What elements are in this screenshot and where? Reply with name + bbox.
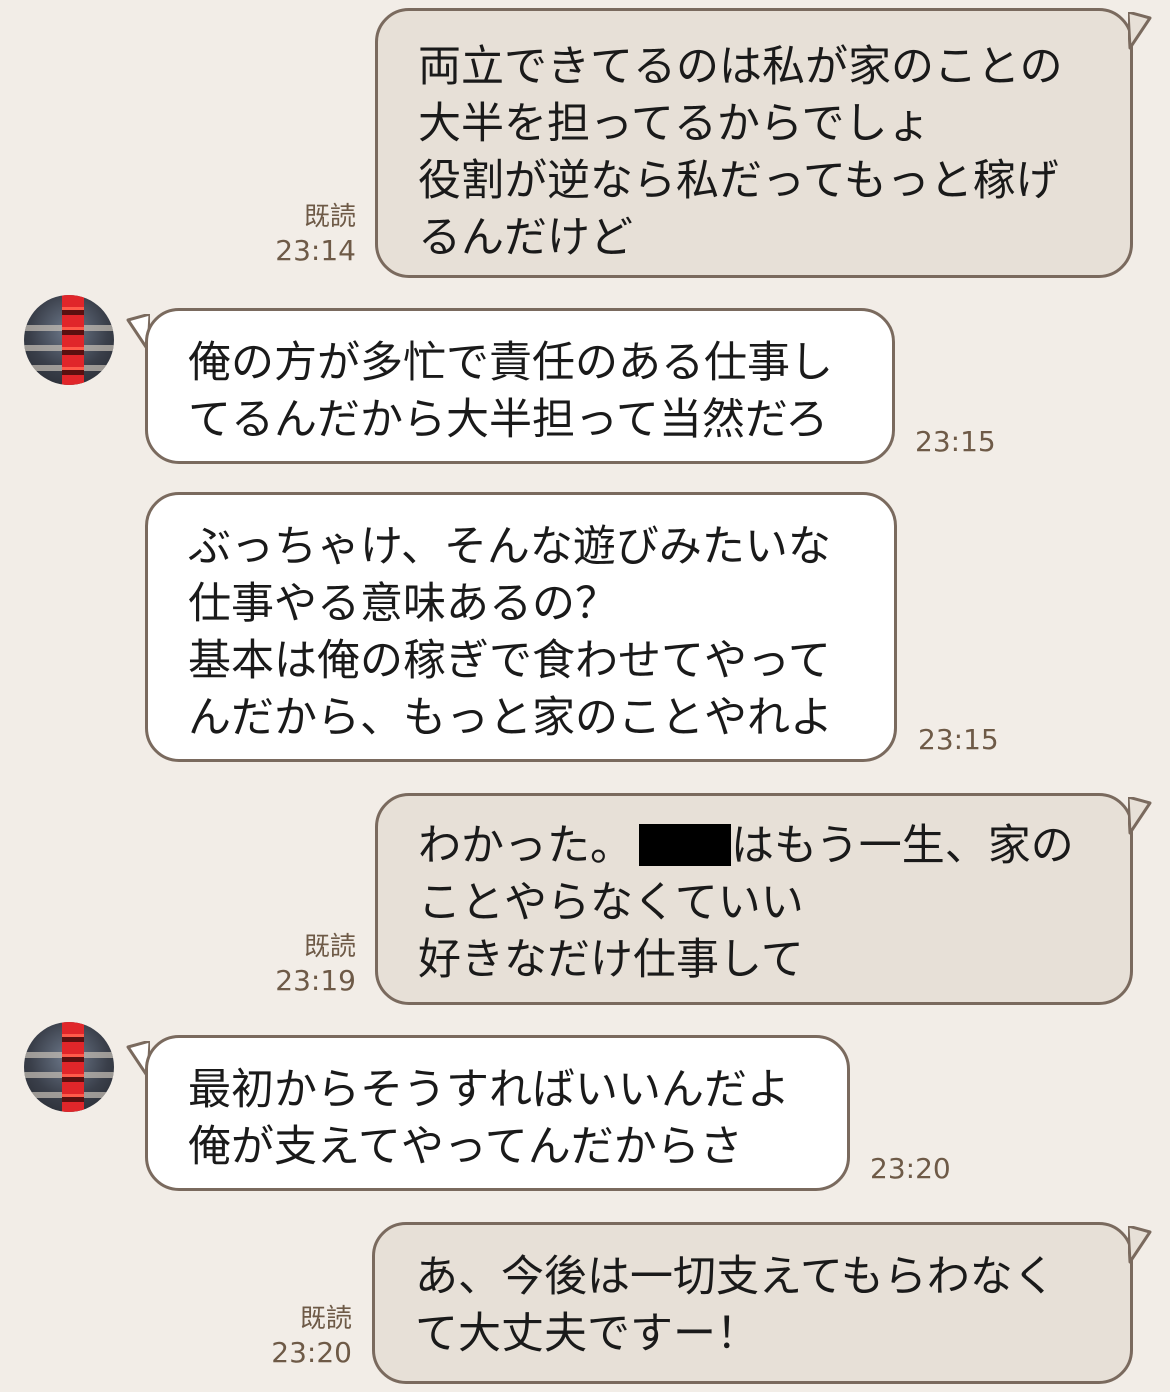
bubble-tail — [1128, 797, 1152, 835]
message-bubble[interactable]: 俺の方が多忙で責任のある仕事し てるんだから大半担って当然だろ — [145, 308, 895, 464]
message-text-line: 両立できてるのは私が家のことの — [418, 42, 1063, 92]
message-time: 23:20 — [870, 1152, 951, 1185]
message-text-segment: はもう一生、家の — [731, 821, 1074, 871]
message-text-line: 基本は俺の稼ぎで食わせてやって — [188, 636, 831, 686]
message-text-line: てるんだから大半担って当然だろ — [188, 395, 829, 445]
read-receipt: 既読 — [299, 1304, 352, 1334]
message-text-line: 役割が逆なら私だってもっと稼げ — [418, 156, 1059, 206]
message-text-line: あ、今後は一切支えてもらわなく — [415, 1252, 1056, 1302]
message-text-line: ぶっちゃけ、そんな遊びみたいな — [188, 522, 831, 572]
message-text-line: て大丈夫ですー！ — [415, 1309, 759, 1359]
message-text-line: るんだけど — [418, 213, 633, 263]
message-meta: 既読 23:20 — [266, 1302, 352, 1370]
message-meta: 23:15 — [918, 723, 1008, 757]
message-bubble[interactable]: ぶっちゃけ、そんな遊びみたいな 仕事やる意味あるの？ 基本は俺の稼ぎで食わせてや… — [145, 492, 897, 762]
message-time: 23:15 — [915, 425, 996, 458]
message-time: 23:15 — [918, 723, 999, 756]
message-text-line: 俺が支えてやってんだからさ — [188, 1122, 743, 1172]
message-bubble[interactable]: あ、今後は一切支えてもらわなく て大丈夫ですー！ — [372, 1222, 1133, 1384]
message-text-line: 仕事やる意味あるの？ — [188, 579, 618, 629]
bubble-tail — [1128, 12, 1152, 50]
message-text-line: ことやらなくていい — [418, 878, 804, 928]
read-receipt: 既読 — [303, 932, 356, 962]
redacted-name-block — [639, 824, 731, 866]
message-text-line: 大半を担ってるからでしょ — [418, 99, 931, 149]
message-text-line: 最初からそうすればいいんだよ — [188, 1065, 790, 1115]
message-time: 23:19 — [275, 964, 356, 997]
message-meta: 23:15 — [915, 425, 1005, 459]
message-text-line: んだから、もっと家のことやれよ — [188, 693, 833, 743]
message-meta: 23:20 — [870, 1152, 960, 1186]
message-bubble[interactable]: わかった。 はもう一生、家の ことやらなくていい 好きなだけ仕事して — [375, 793, 1133, 1005]
message-bubble[interactable]: 最初からそうすればいいんだよ 俺が支えてやってんだからさ — [145, 1035, 850, 1191]
message-meta: 既読 23:19 — [270, 930, 356, 998]
read-receipt: 既読 — [303, 202, 356, 232]
message-bubble[interactable]: 両立できてるのは私が家のことの 大半を担ってるからでしょ 役割が逆なら私だっても… — [375, 8, 1133, 278]
message-time: 23:14 — [275, 234, 356, 267]
message-text-line: わかった。 はもう一生、家の — [418, 818, 1130, 875]
contact-avatar-icon[interactable] — [24, 295, 114, 385]
message-text-line: 好きなだけ仕事して — [418, 935, 804, 985]
message-time: 23:20 — [271, 1336, 352, 1369]
bubble-tail — [1128, 1226, 1152, 1264]
message-text-segment: わかった。 — [418, 821, 633, 871]
message-text-line: 俺の方が多忙で責任のある仕事し — [188, 338, 833, 388]
message-meta: 既読 23:14 — [270, 200, 356, 268]
contact-avatar-icon[interactable] — [24, 1022, 114, 1112]
